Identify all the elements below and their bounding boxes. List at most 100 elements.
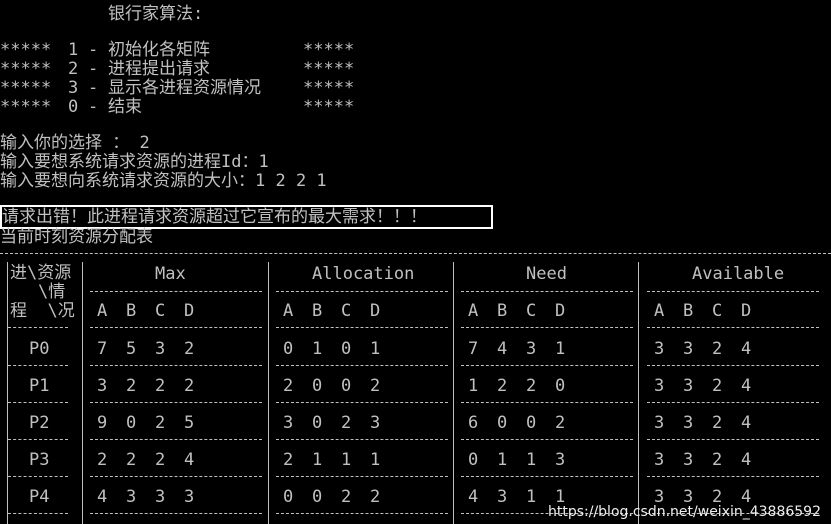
menu-item-dash: -	[88, 78, 99, 98]
cell-max: 0	[126, 413, 137, 433]
cell-allocation: 0	[312, 376, 323, 396]
cell-need: 3	[526, 339, 537, 359]
menu-stars-left: *****	[0, 78, 52, 98]
row-separator	[461, 476, 633, 477]
row-separator	[647, 476, 819, 477]
cell-allocation: 2	[341, 487, 352, 507]
cell-need: 3	[497, 487, 508, 507]
cell-allocation: 2	[283, 376, 294, 396]
cell-max: 2	[126, 376, 137, 396]
resource-label: D	[184, 301, 195, 321]
row-separator	[276, 513, 448, 514]
cell-max: 2	[155, 376, 166, 396]
cell-allocation: 0	[341, 339, 352, 359]
row-separator	[647, 402, 819, 403]
menu-stars-left: *****	[0, 40, 52, 60]
menu-stars-right: *****	[303, 40, 355, 60]
row-separator	[461, 365, 633, 366]
header-separator	[8, 327, 68, 328]
header-separator	[461, 327, 633, 328]
process-id: P3	[29, 450, 50, 470]
prompt-line: 输入你的选择 ： 2	[0, 133, 150, 153]
cell-need: 3	[555, 450, 566, 470]
cell-need: 2	[555, 413, 566, 433]
cell-need: 6	[468, 413, 479, 433]
cell-allocation: 0	[283, 487, 294, 507]
cell-need: 4	[468, 487, 479, 507]
table-caption: 当前时刻资源分配表	[0, 227, 153, 247]
resource-label: B	[126, 301, 137, 321]
cell-available: 2	[712, 413, 723, 433]
menu-item-label: 显示各进程资源情况	[108, 78, 261, 98]
row-separator	[276, 439, 448, 440]
cell-allocation: 0	[341, 376, 352, 396]
table-top-border	[0, 253, 831, 254]
table-column-divider	[638, 262, 639, 524]
group-header-available: Available	[692, 264, 785, 284]
cell-max: 2	[97, 450, 108, 470]
watermark: https://blog.csdn.net/weixin_43886592	[547, 504, 821, 520]
row-separator	[90, 513, 262, 514]
resource-label: C	[155, 301, 166, 321]
cell-max: 7	[97, 339, 108, 359]
header-separator	[90, 327, 262, 328]
cell-max: 5	[184, 413, 195, 433]
process-id: P2	[29, 413, 50, 433]
menu-stars-right: *****	[303, 78, 355, 98]
cell-available: 3	[654, 376, 665, 396]
cell-max: 2	[184, 339, 195, 359]
cell-allocation: 3	[283, 413, 294, 433]
cell-need: 1	[497, 450, 508, 470]
resource-label: B	[683, 301, 694, 321]
menu-item-label: 进程提出请求	[108, 59, 210, 79]
row-separator	[8, 402, 68, 403]
menu-stars-left: *****	[0, 97, 52, 117]
resource-label: D	[555, 301, 566, 321]
group-header-underline	[90, 291, 262, 292]
cell-allocation: 1	[312, 450, 323, 470]
cell-max: 2	[155, 413, 166, 433]
cell-available: 3	[654, 339, 665, 359]
prompt-line: 输入要想向系统请求资源的大小：1 2 2 1	[0, 171, 327, 191]
group-header-allocation: Allocation	[312, 264, 415, 284]
cell-max: 5	[126, 339, 137, 359]
cell-allocation: 2	[370, 376, 381, 396]
cell-allocation: 1	[370, 339, 381, 359]
cell-available: 4	[741, 339, 752, 359]
cell-available: 3	[654, 413, 665, 433]
row-separator	[90, 439, 262, 440]
cell-max: 3	[155, 487, 166, 507]
group-header-underline	[647, 291, 819, 292]
cell-max: 9	[97, 413, 108, 433]
menu-item-dash: -	[88, 59, 99, 79]
row-separator	[276, 402, 448, 403]
cell-available: 3	[683, 339, 694, 359]
cell-need: 4	[497, 339, 508, 359]
row-separator	[276, 476, 448, 477]
row-separator	[8, 513, 68, 514]
corner-header-line: 进\资源	[10, 263, 72, 283]
row-separator	[8, 439, 68, 440]
cell-available: 4	[741, 376, 752, 396]
cell-need: 2	[526, 376, 537, 396]
cell-available: 3	[683, 413, 694, 433]
cell-available: 3	[683, 376, 694, 396]
cell-allocation: 1	[370, 450, 381, 470]
cell-max: 4	[97, 487, 108, 507]
menu-item-dash: -	[88, 97, 99, 117]
cell-need: 7	[468, 339, 479, 359]
cell-available: 3	[654, 450, 665, 470]
row-separator	[461, 439, 633, 440]
cell-max: 3	[184, 487, 195, 507]
process-id: P0	[29, 339, 50, 359]
resource-label: B	[497, 301, 508, 321]
cell-allocation: 1	[341, 450, 352, 470]
header-separator	[276, 327, 448, 328]
menu-stars-left: *****	[0, 59, 52, 79]
menu-item-label: 初始化各矩阵	[108, 40, 210, 60]
process-id: P1	[29, 376, 50, 396]
cell-need: 0	[526, 413, 537, 433]
table-column-divider	[82, 262, 83, 524]
process-id: P4	[29, 487, 50, 507]
cell-allocation: 2	[370, 487, 381, 507]
